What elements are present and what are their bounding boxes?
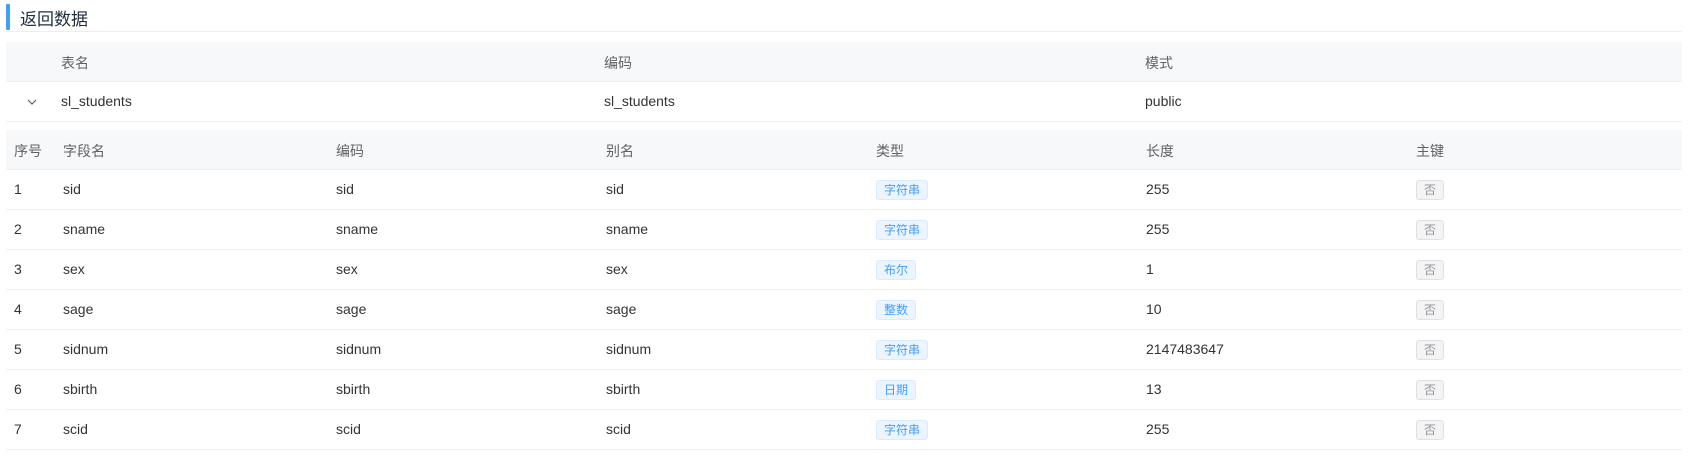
length-cell: 255 — [1146, 181, 1170, 197]
table-row: 3 sex sex sex 布尔 1 否 — [6, 250, 1682, 290]
table-schema-cell: public — [1145, 93, 1182, 109]
code-cell: sname — [336, 221, 379, 237]
return-data-panel: 返回数据 表名 编码 模式 sl_students sl_students pu… — [0, 0, 1689, 470]
field-name-cell: sbirth — [63, 381, 98, 397]
field-name-cell: sid — [63, 181, 81, 197]
chevron-down-icon[interactable] — [24, 94, 40, 110]
header-table-name: 表名 — [61, 55, 89, 71]
length-cell: 255 — [1146, 421, 1170, 437]
primary-key-tag: 否 — [1416, 340, 1445, 360]
table-row: 4 sage sage sage 整数 10 否 — [6, 290, 1682, 330]
table-row: 2 sname sname sname 字符串 255 否 — [6, 210, 1682, 250]
code-cell: sid — [336, 181, 354, 197]
code-cell: sage — [336, 301, 367, 317]
header-field-name: 字段名 — [63, 143, 105, 159]
primary-key-tag: 否 — [1416, 300, 1445, 320]
header-alias: 别名 — [606, 143, 634, 159]
alias-cell: sname — [606, 221, 649, 237]
header-index: 序号 — [14, 143, 42, 159]
header-code: 编码 — [604, 55, 632, 71]
field-name-cell: sage — [63, 301, 94, 317]
primary-key-tag: 否 — [1416, 220, 1445, 240]
index-cell: 4 — [14, 301, 22, 317]
fields-header-row: 序号 字段名 编码 别名 类型 长度 主键 — [6, 130, 1682, 170]
table-info-row[interactable]: sl_students sl_students public — [6, 82, 1682, 122]
table-row: 5 sidnum sidnum sidnum 字符串 2147483647 否 — [6, 330, 1682, 370]
type-tag: 字符串 — [876, 220, 929, 240]
section-title: 返回数据 — [20, 10, 88, 29]
index-cell: 5 — [14, 341, 22, 357]
field-name-cell: scid — [63, 421, 88, 437]
section-accent-bar — [6, 4, 10, 30]
alias-cell: sbirth — [606, 381, 641, 397]
alias-cell: sid — [606, 181, 624, 197]
field-name-cell: sidnum — [63, 341, 109, 357]
table-info-header-row: 表名 编码 模式 — [6, 42, 1682, 82]
table-info-table: 表名 编码 模式 sl_students sl_students public — [6, 42, 1682, 122]
index-cell: 2 — [14, 221, 22, 237]
header-type: 类型 — [876, 143, 904, 159]
code-cell: sidnum — [336, 341, 382, 357]
field-name-cell: sname — [63, 221, 106, 237]
type-tag: 字符串 — [876, 420, 929, 440]
index-cell: 6 — [14, 381, 22, 397]
index-cell: 7 — [14, 421, 22, 437]
alias-cell: sage — [606, 301, 637, 317]
primary-key-tag: 否 — [1416, 420, 1445, 440]
length-cell: 13 — [1146, 381, 1162, 397]
primary-key-tag: 否 — [1416, 260, 1445, 280]
alias-cell: sex — [606, 261, 628, 277]
table-row: 7 scid scid scid 字符串 255 否 — [6, 410, 1682, 450]
header-primary-key: 主键 — [1416, 143, 1444, 159]
length-cell: 2147483647 — [1146, 341, 1224, 357]
code-cell: sex — [336, 261, 358, 277]
section-header: 返回数据 — [6, 0, 1682, 32]
header-schema: 模式 — [1145, 55, 1173, 71]
primary-key-tag: 否 — [1416, 380, 1445, 400]
table-row: 1 sid sid sid 字符串 255 否 — [6, 170, 1682, 210]
code-cell: scid — [336, 421, 361, 437]
index-cell: 3 — [14, 261, 22, 277]
fields-table: 序号 字段名 编码 别名 类型 长度 主键 1 sid sid sid 字符串 … — [6, 130, 1682, 450]
index-cell: 1 — [14, 181, 22, 197]
type-tag: 整数 — [876, 300, 917, 320]
length-cell: 255 — [1146, 221, 1170, 237]
type-tag: 日期 — [876, 380, 917, 400]
header-length: 长度 — [1146, 143, 1174, 159]
type-tag: 布尔 — [876, 260, 917, 280]
length-cell: 1 — [1146, 261, 1154, 277]
type-tag: 字符串 — [876, 340, 929, 360]
table-code-cell: sl_students — [604, 93, 675, 109]
table-row: 6 sbirth sbirth sbirth 日期 13 否 — [6, 370, 1682, 410]
table-name-cell: sl_students — [61, 93, 132, 109]
type-tag: 字符串 — [876, 180, 929, 200]
header-code: 编码 — [336, 143, 364, 159]
alias-cell: scid — [606, 421, 631, 437]
alias-cell: sidnum — [606, 341, 652, 357]
length-cell: 10 — [1146, 301, 1162, 317]
code-cell: sbirth — [336, 381, 371, 397]
field-name-cell: sex — [63, 261, 85, 277]
primary-key-tag: 否 — [1416, 180, 1445, 200]
